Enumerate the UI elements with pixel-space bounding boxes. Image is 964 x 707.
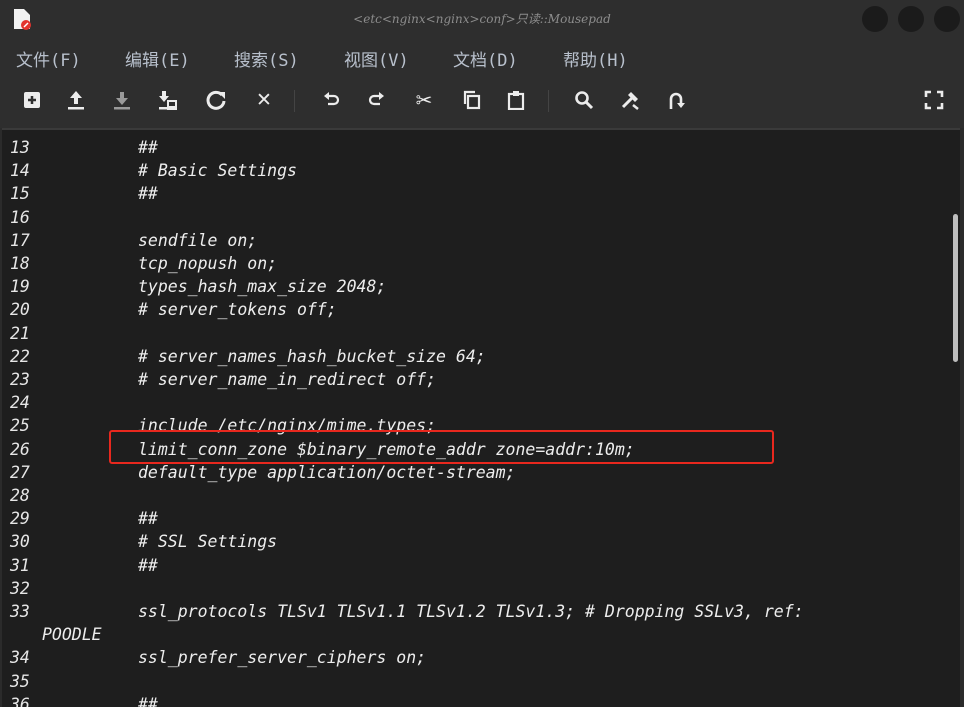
line-number: 34 bbox=[10, 648, 30, 668]
open-file-icon[interactable] bbox=[64, 88, 88, 112]
line-number: 18 bbox=[10, 254, 30, 273]
line-text: # server_names_hash_bucket_size 64; bbox=[138, 346, 486, 366]
line-text: POODLE bbox=[42, 625, 102, 645]
text-editor[interactable]: 13 ## 14 # Basic Settings 15 ## 16 17 sendfile o… bbox=[2, 128, 960, 707]
maximize-button[interactable] bbox=[898, 6, 924, 32]
code-line: 31 ## bbox=[2, 554, 952, 577]
title-bar: <etc<nginx<nginx>conf>只读::Mousepad bbox=[0, 0, 964, 38]
line-text: ## bbox=[138, 138, 158, 157]
line-number: 31 bbox=[10, 555, 30, 575]
line-number: 14 bbox=[10, 161, 30, 181]
line-text: # server_name_in_redirect off; bbox=[138, 370, 437, 389]
line-number: 23 bbox=[10, 370, 30, 389]
line-text: ## bbox=[138, 555, 158, 575]
line-number: 35 bbox=[10, 671, 30, 691]
minimize-button[interactable] bbox=[862, 6, 888, 32]
new-file-icon[interactable] bbox=[20, 88, 44, 112]
line-number: 29 bbox=[10, 509, 30, 529]
menu-document[interactable]: 文档(D) bbox=[453, 46, 518, 71]
save-as-icon[interactable] bbox=[156, 88, 180, 112]
line-number: 25 bbox=[10, 416, 30, 436]
menu-bar: 文件(F) 编辑(E) 搜索(S) 视图(V) 文档(D) 帮助(H) bbox=[0, 38, 964, 74]
code-line: 35 bbox=[2, 670, 952, 693]
line-text: default_type application/octet-stream; bbox=[138, 462, 516, 482]
line-number: 20 bbox=[10, 300, 30, 320]
line-number: 16 bbox=[10, 207, 30, 227]
code-line: 30 # SSL Settings bbox=[2, 530, 952, 553]
line-text: tcp_nopush on; bbox=[138, 254, 278, 273]
code-line: 18 tcp_nopush on; bbox=[2, 252, 952, 275]
code-line: POODLE bbox=[2, 623, 952, 646]
line-number: 19 bbox=[10, 277, 30, 297]
search-icon[interactable] bbox=[572, 88, 596, 112]
line-number: 17 bbox=[10, 230, 30, 250]
line-number: 32 bbox=[10, 578, 30, 598]
line-number: 28 bbox=[10, 486, 30, 505]
line-number: 13 bbox=[10, 138, 30, 157]
code-line: 24 bbox=[2, 391, 952, 414]
line-number: 24 bbox=[10, 393, 30, 413]
line-text: ## bbox=[138, 184, 158, 204]
copy-icon[interactable] bbox=[460, 88, 484, 112]
line-number: 22 bbox=[10, 346, 30, 366]
code-line: 13 ## bbox=[2, 136, 952, 159]
code-line: 19 types_hash_max_size 2048; bbox=[2, 275, 952, 298]
line-number: 21 bbox=[10, 323, 30, 343]
reload-icon[interactable] bbox=[204, 88, 228, 112]
code-line: 33 ssl_protocols TLSv1 TLSv1.1 TLSv1.2 TL… bbox=[2, 600, 952, 623]
code-line: 21 bbox=[2, 322, 952, 345]
code-line: 28 bbox=[2, 484, 952, 507]
line-number: 15 bbox=[10, 184, 30, 204]
code-line: 16 bbox=[2, 206, 952, 229]
cut-icon[interactable]: ✂ bbox=[412, 88, 436, 112]
line-text: ssl_protocols TLSv1 TLSv1.1 TLSv1.2 TLSv… bbox=[138, 602, 804, 621]
undo-icon[interactable] bbox=[320, 88, 344, 112]
code-line: 32 bbox=[2, 577, 952, 600]
toolbar: ✕ ✂ bbox=[0, 74, 964, 128]
paste-icon[interactable] bbox=[504, 88, 528, 112]
vertical-scrollbar[interactable] bbox=[952, 130, 960, 707]
code-line: 29 ## bbox=[2, 507, 952, 530]
code-line: 22 # server_names_hash_bucket_size 64; bbox=[2, 345, 952, 368]
line-number: 30 bbox=[10, 532, 30, 552]
toolbar-separator bbox=[548, 90, 549, 112]
code-line: 20 # server_tokens off; bbox=[2, 298, 952, 321]
line-number: 33 bbox=[10, 602, 30, 621]
line-text: types_hash_max_size 2048; bbox=[138, 277, 387, 297]
menu-edit[interactable]: 编辑(E) bbox=[125, 46, 190, 71]
replace-icon[interactable] bbox=[618, 88, 642, 112]
code-line: 15 ## bbox=[2, 182, 952, 205]
code-line: 14 # Basic Settings bbox=[2, 159, 952, 182]
code-line: 23 # server_name_in_redirect off; bbox=[2, 368, 952, 391]
code-line: 27 default_type application/octet-stream; bbox=[2, 461, 952, 484]
toolbar-separator bbox=[294, 90, 295, 112]
line-number: 26 bbox=[10, 439, 30, 459]
close-window-button[interactable] bbox=[934, 6, 960, 32]
menu-help[interactable]: 帮助(H) bbox=[563, 46, 628, 71]
scrollbar-thumb[interactable] bbox=[953, 214, 958, 362]
line-number: 27 bbox=[10, 462, 30, 482]
line-text: # server_tokens off; bbox=[138, 300, 337, 320]
line-text: sendfile on; bbox=[138, 230, 258, 250]
code-line: 34 ssl_prefer_server_ciphers on; bbox=[2, 646, 952, 669]
menu-search[interactable]: 搜索(S) bbox=[234, 46, 299, 71]
redo-icon[interactable] bbox=[364, 88, 388, 112]
close-icon[interactable]: ✕ bbox=[252, 88, 276, 112]
line-text: ## bbox=[138, 509, 158, 529]
code-line: 17 sendfile on; bbox=[2, 229, 952, 252]
menu-file[interactable]: 文件(F) bbox=[16, 46, 81, 71]
line-text: # SSL Settings bbox=[138, 532, 278, 552]
menu-view[interactable]: 视图(V) bbox=[344, 46, 409, 71]
fullscreen-icon[interactable] bbox=[922, 88, 946, 112]
goto-line-icon[interactable] bbox=[664, 88, 688, 112]
window-title: <etc<nginx<nginx>conf>只读::Mousepad bbox=[353, 12, 611, 26]
save-file-icon[interactable] bbox=[110, 88, 134, 112]
line-text: ssl_prefer_server_ciphers on; bbox=[138, 648, 427, 668]
highlight-box bbox=[109, 430, 774, 464]
line-text: # Basic Settings bbox=[138, 161, 297, 181]
